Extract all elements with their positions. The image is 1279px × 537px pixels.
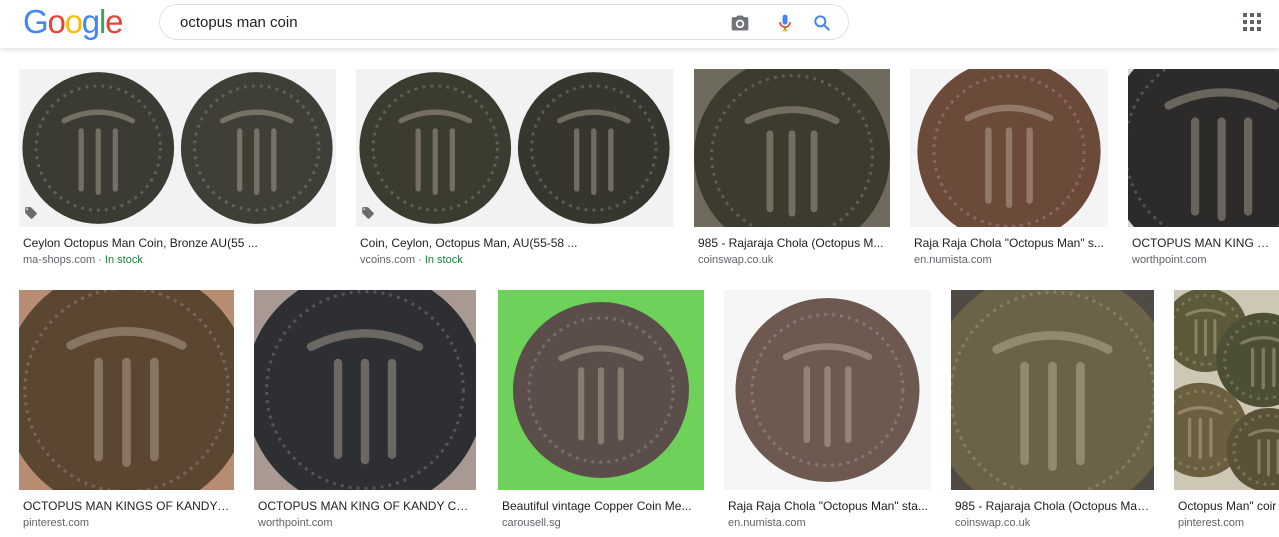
result-title[interactable]: Raja Raja Chola "Octopus Man" s... <box>914 236 1106 250</box>
result-title[interactable]: Raja Raja Chola "Octopus Man" sta... <box>728 499 929 513</box>
separator-dot: · <box>415 254 425 266</box>
source-domain: pinterest.com <box>1178 517 1245 529</box>
top-bar: Google octopus man coin <box>0 0 1279 48</box>
result-thumbnail[interactable] <box>254 290 476 490</box>
logo-letter: e <box>105 3 123 40</box>
result-source: worthpoint.com <box>1132 254 1277 267</box>
image-result[interactable]: 985 - Rajaraja Chola (Octopus Man... coin… <box>951 290 1154 535</box>
result-thumbnail[interactable] <box>910 69 1108 227</box>
stock-status: In stock <box>424 254 463 266</box>
search-input[interactable]: octopus man coin <box>180 14 298 31</box>
result-title[interactable]: OCTOPUS MAN KINGS OF KANDY C... <box>23 499 232 513</box>
coin-image <box>1174 290 1279 490</box>
coin-image <box>910 69 1108 227</box>
result-title[interactable]: Ceylon Octopus Man Coin, Bronze AU(55 ..… <box>23 236 334 250</box>
source-domain: en.numista.com <box>914 254 992 266</box>
image-result[interactable]: Ceylon Octopus Man Coin, Bronze AU(55 ..… <box>19 69 336 272</box>
camera-icon[interactable] <box>730 13 750 33</box>
microphone-icon[interactable] <box>775 13 795 33</box>
separator-dot: · <box>95 254 105 266</box>
coin-image <box>694 69 890 227</box>
result-title[interactable]: 985 - Rajaraja Chola (Octopus M... <box>698 236 888 250</box>
image-result[interactable]: OCTOPUS MAN KING OF K worthpoint.com <box>1128 69 1279 272</box>
source-domain: coinswap.co.uk <box>698 254 774 266</box>
result-thumbnail[interactable] <box>19 290 234 490</box>
result-source: vcoins.com · In stock <box>360 254 671 267</box>
logo-letter: o <box>64 3 83 40</box>
google-logo[interactable]: Google <box>23 3 123 40</box>
coin-image <box>498 290 704 490</box>
price-tag-icon <box>362 207 374 219</box>
coin-image <box>356 69 673 227</box>
source-domain: vcoins.com <box>360 254 416 266</box>
result-thumbnail[interactable] <box>498 290 704 490</box>
source-domain: carousell.sg <box>502 517 561 529</box>
coin-image <box>19 290 234 490</box>
coin-image <box>19 69 336 227</box>
logo-letter: o <box>47 3 65 40</box>
coin-image <box>724 290 931 490</box>
image-result[interactable]: Raja Raja Chola "Octopus Man" s... en.num… <box>910 69 1108 272</box>
result-title[interactable]: Coin, Ceylon, Octopus Man, AU(55-58 ... <box>360 236 671 250</box>
result-source: en.numista.com <box>914 254 1106 267</box>
apps-grid-icon[interactable] <box>1242 12 1262 32</box>
logo-letter: g <box>81 3 100 40</box>
image-result[interactable]: OCTOPUS MAN KINGS OF KANDY C... pinterest… <box>19 290 234 535</box>
image-result[interactable]: Coin, Ceylon, Octopus Man, AU(55-58 ... v… <box>356 69 673 272</box>
coin-image <box>1128 69 1279 227</box>
search-box[interactable]: octopus man coin <box>159 4 849 40</box>
result-source: coinswap.co.uk <box>955 517 1152 530</box>
source-domain: pinterest.com <box>23 517 90 529</box>
logo-letter: G <box>23 3 49 40</box>
image-result[interactable]: Raja Raja Chola "Octopus Man" sta... en.n… <box>724 290 931 535</box>
image-result[interactable]: Beautiful vintage Copper Coin Me... carou… <box>498 290 704 535</box>
stock-status: In stock <box>104 254 143 266</box>
result-source: en.numista.com <box>728 517 929 530</box>
result-source: worthpoint.com <box>258 517 474 530</box>
result-thumbnail[interactable] <box>694 69 890 227</box>
price-tag-icon <box>25 207 37 219</box>
image-result[interactable]: OCTOPUS MAN KING OF KANDY CEY... worthpoi… <box>254 290 476 535</box>
source-domain: worthpoint.com <box>258 517 333 529</box>
source-domain: coinswap.co.uk <box>955 517 1031 529</box>
result-title[interactable]: OCTOPUS MAN KING OF KANDY CEY... <box>258 499 474 513</box>
result-source: pinterest.com <box>23 517 232 530</box>
coin-image <box>951 290 1154 490</box>
result-thumbnail[interactable] <box>724 290 931 490</box>
result-source: carousell.sg <box>502 517 702 530</box>
search-icon[interactable] <box>812 13 832 33</box>
result-thumbnail[interactable] <box>1174 290 1279 490</box>
result-thumbnail[interactable] <box>951 290 1154 490</box>
result-thumbnail[interactable] <box>356 69 673 227</box>
source-domain: ma-shops.com <box>23 254 96 266</box>
source-domain: worthpoint.com <box>1132 254 1207 266</box>
source-domain: en.numista.com <box>728 517 806 529</box>
result-title[interactable]: 985 - Rajaraja Chola (Octopus Man... <box>955 499 1152 513</box>
result-title[interactable]: Beautiful vintage Copper Coin Me... <box>502 499 702 513</box>
image-result[interactable]: Octopus Man" coir pinterest.com <box>1174 290 1279 535</box>
result-source: coinswap.co.uk <box>698 254 888 267</box>
result-title[interactable]: Octopus Man" coir <box>1178 499 1277 513</box>
coin-image <box>254 290 476 490</box>
result-thumbnail[interactable] <box>1128 69 1279 227</box>
result-source: pinterest.com <box>1178 517 1277 530</box>
result-title[interactable]: OCTOPUS MAN KING OF K <box>1132 236 1277 250</box>
image-result[interactable]: 985 - Rajaraja Chola (Octopus M... coinsw… <box>694 69 890 272</box>
result-source: ma-shops.com · In stock <box>23 254 334 267</box>
result-thumbnail[interactable] <box>19 69 336 227</box>
